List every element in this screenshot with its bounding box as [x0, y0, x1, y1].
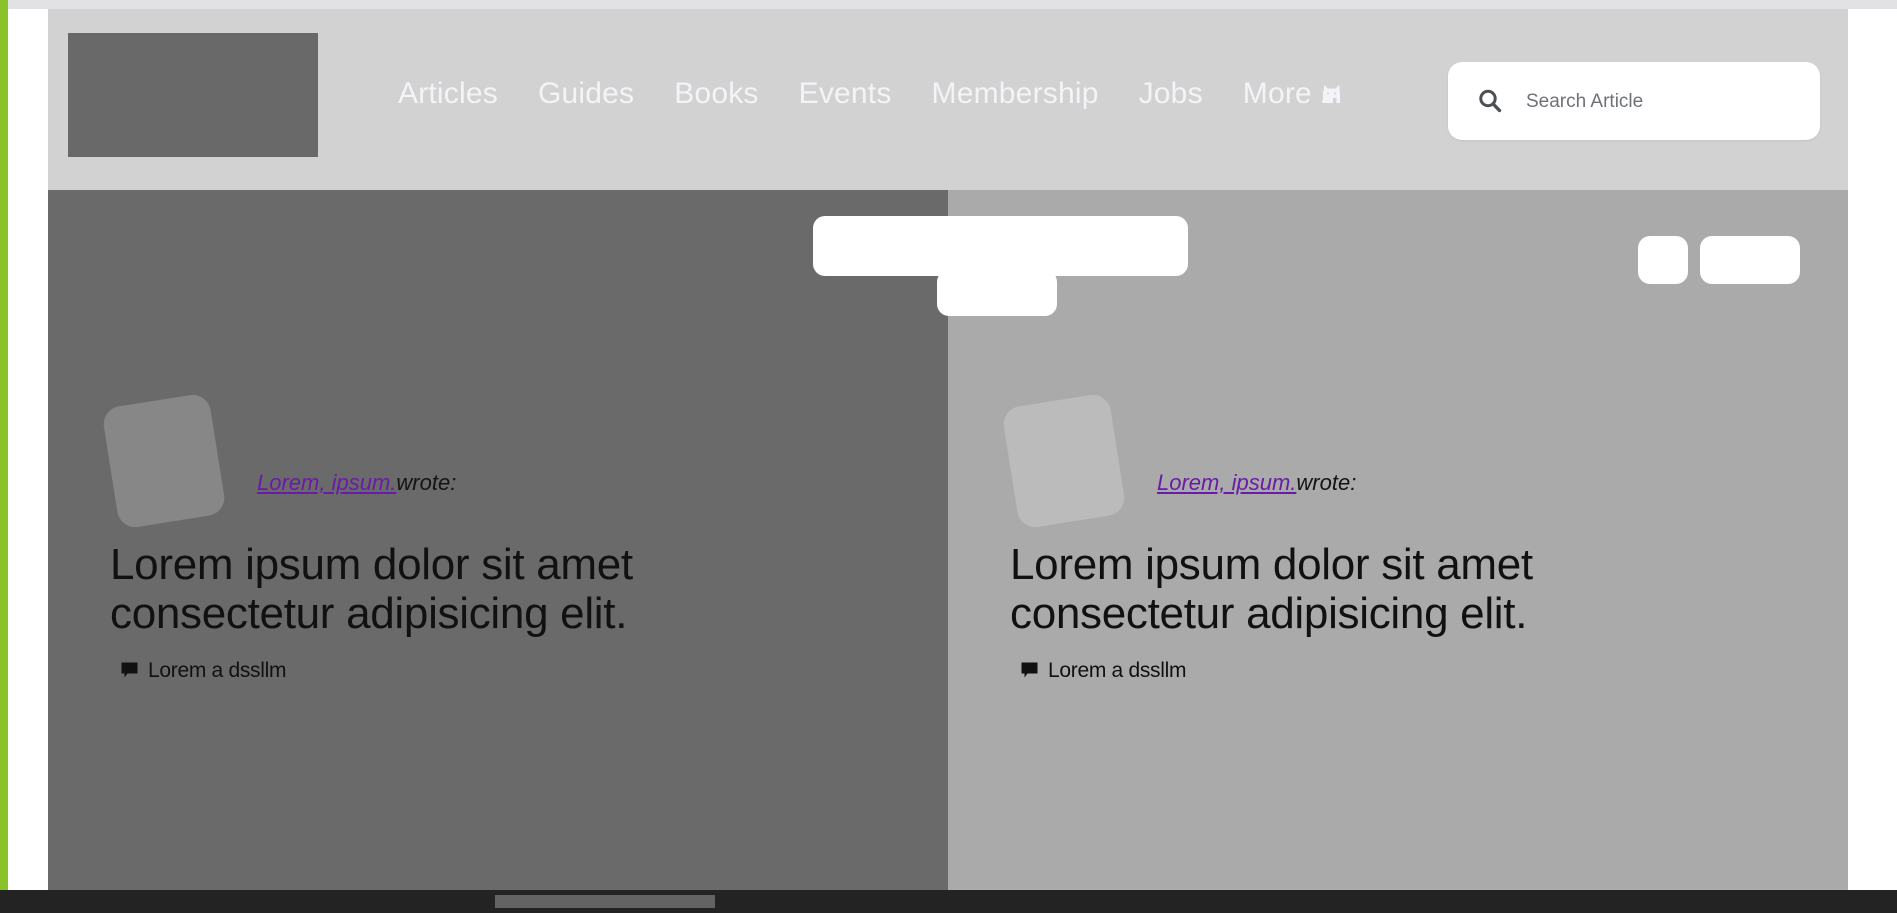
comment-meta: Lorem a dssllm	[1010, 659, 1186, 684]
headline-text: Lorem ipsum dolor sit amet consectetur a…	[1010, 540, 1533, 639]
accent-rail	[0, 0, 8, 890]
search-input[interactable]: Search Article	[1526, 92, 1643, 111]
card-body: Lorem, ipsum.wrote: Lorem ipsum dolor si…	[101, 392, 910, 688]
byline: Lorem, ipsum.wrote:	[1157, 472, 1356, 494]
nav-item-jobs[interactable]: Jobs	[1139, 79, 1203, 109]
hero-card-right: Lorem, ipsum.wrote: Lorem ipsum dolor si…	[948, 190, 1848, 890]
nav-item-books[interactable]: Books	[674, 79, 758, 109]
nav-label: Guides	[537, 77, 635, 110]
comment-count-label: Lorem a dssllm	[1048, 659, 1187, 683]
nav-item-more[interactable]: More	[1243, 79, 1346, 109]
author-link[interactable]: Lorem, ipsum.	[257, 470, 396, 495]
cat-icon	[1320, 83, 1346, 109]
hero-top-right-button-small[interactable]	[1638, 236, 1688, 284]
nav-label: More	[1242, 77, 1312, 110]
comment-meta: Lorem a dssllm	[110, 659, 286, 684]
speech-bubble-icon	[1020, 661, 1039, 686]
headline-text: Lorem ipsum dolor sit amet consectetur a…	[110, 540, 633, 639]
byline-suffix: wrote:	[396, 470, 457, 495]
comment-count-label: Lorem a dssllm	[148, 659, 287, 683]
site-logo[interactable]	[68, 33, 318, 157]
search-bar[interactable]: Search Article	[1448, 62, 1820, 140]
author-link[interactable]: Lorem, ipsum.	[1157, 470, 1296, 495]
hero-top-right-button-wide[interactable]	[1700, 236, 1800, 284]
hero-section: Lorem, ipsum.wrote: Lorem ipsum dolor si…	[48, 190, 1848, 890]
site-header: Articles Guides Books Events Membership …	[48, 9, 1848, 190]
page-gutter	[8, 9, 48, 890]
avatar	[101, 392, 227, 530]
byline-row: Lorem, ipsum.wrote:	[1001, 392, 1810, 540]
nav-label: Events	[798, 77, 892, 110]
nav-label: Books	[674, 77, 759, 110]
hero-pill-wide[interactable]	[813, 216, 1188, 276]
nav-label: Jobs	[1138, 77, 1203, 110]
avatar	[1001, 392, 1127, 530]
byline: Lorem, ipsum.wrote:	[257, 472, 456, 494]
nav-item-guides[interactable]: Guides	[538, 79, 634, 109]
speech-bubble-icon	[120, 661, 139, 686]
page-content: Articles Guides Books Events Membership …	[48, 9, 1897, 890]
nav-label: Membership	[931, 77, 1099, 110]
card-headline: Lorem ipsum dolor sit amet consectetur a…	[110, 540, 750, 688]
card-headline: Lorem ipsum dolor sit amet consectetur a…	[1010, 540, 1650, 688]
card-body: Lorem, ipsum.wrote: Lorem ipsum dolor si…	[1001, 392, 1810, 688]
byline-suffix: wrote:	[1296, 470, 1357, 495]
primary-navigation: Articles Guides Books Events Membership …	[398, 79, 1346, 109]
hero-pill-small[interactable]	[937, 270, 1057, 316]
horizontal-scrollbar[interactable]	[0, 890, 1897, 913]
nav-item-membership[interactable]: Membership	[932, 79, 1099, 109]
nav-item-events[interactable]: Events	[799, 79, 892, 109]
top-strip	[8, 0, 1897, 9]
scrollbar-thumb[interactable]	[495, 895, 715, 908]
nav-item-articles[interactable]: Articles	[398, 79, 498, 109]
hero-card-left: Lorem, ipsum.wrote: Lorem ipsum dolor si…	[48, 190, 948, 890]
search-icon	[1476, 87, 1504, 115]
browser-viewport: Articles Guides Books Events Membership …	[0, 0, 1897, 913]
byline-row: Lorem, ipsum.wrote:	[101, 392, 910, 540]
nav-label: Articles	[398, 77, 498, 110]
